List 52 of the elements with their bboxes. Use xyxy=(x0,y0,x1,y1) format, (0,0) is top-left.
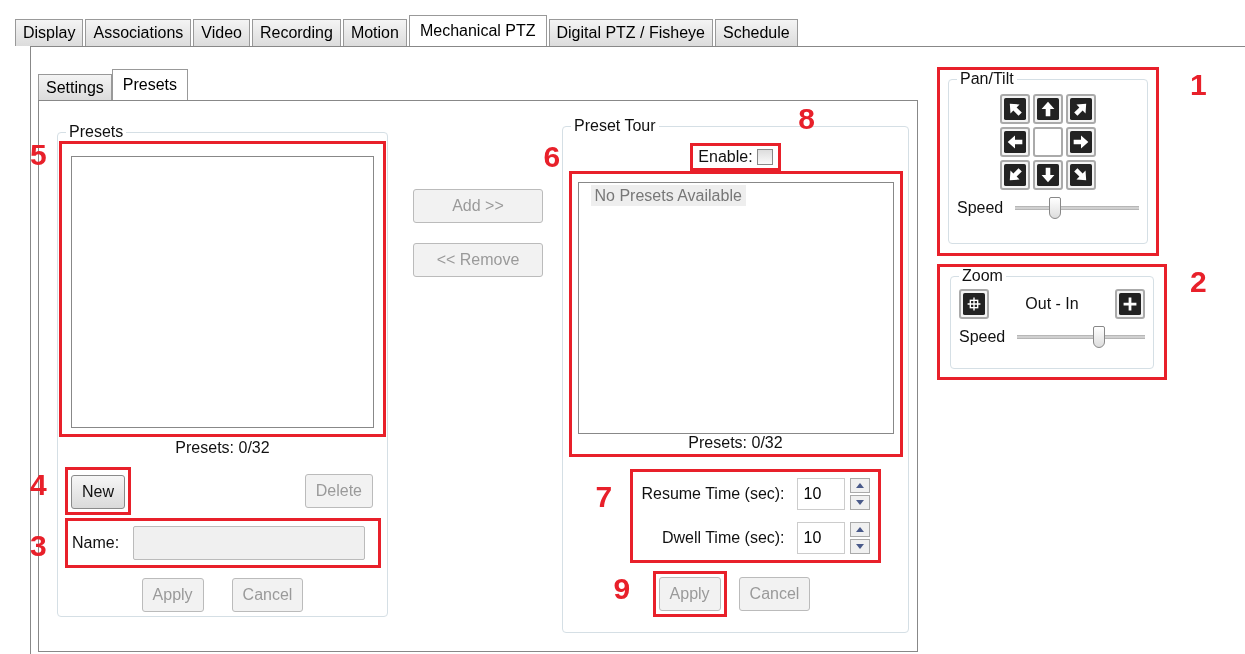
zoom-range-label: Out - In xyxy=(1025,295,1079,313)
presets-count: Presets: 0/32 xyxy=(174,439,271,458)
arrow-button[interactable] xyxy=(1000,94,1030,124)
new-button[interactable]: New xyxy=(71,475,125,509)
callout-number: 5 xyxy=(30,140,47,170)
tab[interactable]: Recording xyxy=(251,19,341,46)
arrow-button[interactable] xyxy=(1000,127,1030,157)
speed-label: Speed xyxy=(957,199,1004,217)
tab[interactable]: Video xyxy=(193,19,250,46)
arrow-button[interactable] xyxy=(1066,127,1096,157)
zoom-out-button[interactable] xyxy=(959,289,989,319)
group-title: Preset Tour xyxy=(573,117,657,135)
slider-thumb[interactable] xyxy=(1093,326,1105,348)
callout-number: 2 xyxy=(1190,267,1207,297)
tab[interactable]: Display xyxy=(15,19,84,46)
time-label: Resume Time (sec): xyxy=(641,485,785,503)
group-title: Pan/Tilt xyxy=(959,70,1015,88)
arrow-button[interactable] xyxy=(1033,160,1063,190)
arrow-button[interactable] xyxy=(1000,160,1030,190)
callout-number: 7 xyxy=(595,482,613,512)
tab[interactable]: Associations xyxy=(85,19,192,46)
tab[interactable]: Mechanical PTZ xyxy=(408,15,547,46)
callout-number: 6 xyxy=(543,142,561,172)
tab[interactable]: Digital PTZ / Fisheye xyxy=(548,19,713,46)
tab[interactable]: Schedule xyxy=(715,19,798,46)
list-placeholder: No Presets Available xyxy=(590,185,746,206)
group-title: Zoom xyxy=(961,267,1004,285)
time-field[interactable]: 10 xyxy=(796,522,845,554)
tab[interactable]: Settings xyxy=(38,74,112,100)
group-title: Presets xyxy=(68,123,125,141)
tab[interactable]: Presets xyxy=(111,69,189,100)
callout-number: 1 xyxy=(1190,70,1207,100)
slider-thumb[interactable] xyxy=(1048,197,1061,219)
spinner-control[interactable] xyxy=(849,478,870,510)
callout-number: 8 xyxy=(798,104,816,134)
tab[interactable]: Motion xyxy=(342,19,407,46)
presets-count: Presets: 0/32 xyxy=(687,434,784,453)
time-field[interactable]: 10 xyxy=(796,478,845,510)
callout-number: 4 xyxy=(30,470,47,500)
name-label: Name: xyxy=(72,534,120,552)
callout-number: 9 xyxy=(613,574,631,604)
zoom-in-button[interactable] xyxy=(1115,289,1145,319)
speed-label: Speed xyxy=(959,328,1006,346)
arrow-button[interactable] xyxy=(1066,160,1096,190)
tour-list[interactable]: No Presets Available xyxy=(577,182,894,434)
time-label: Dwell Time (sec): xyxy=(661,529,785,547)
spinner-control[interactable] xyxy=(849,522,870,554)
arrow-button[interactable] xyxy=(1033,94,1063,124)
enable-checkbox[interactable] xyxy=(756,149,773,165)
callout-number: 3 xyxy=(30,531,47,561)
enable-label: Enable: xyxy=(698,148,753,166)
arrow-button[interactable] xyxy=(1066,94,1096,124)
